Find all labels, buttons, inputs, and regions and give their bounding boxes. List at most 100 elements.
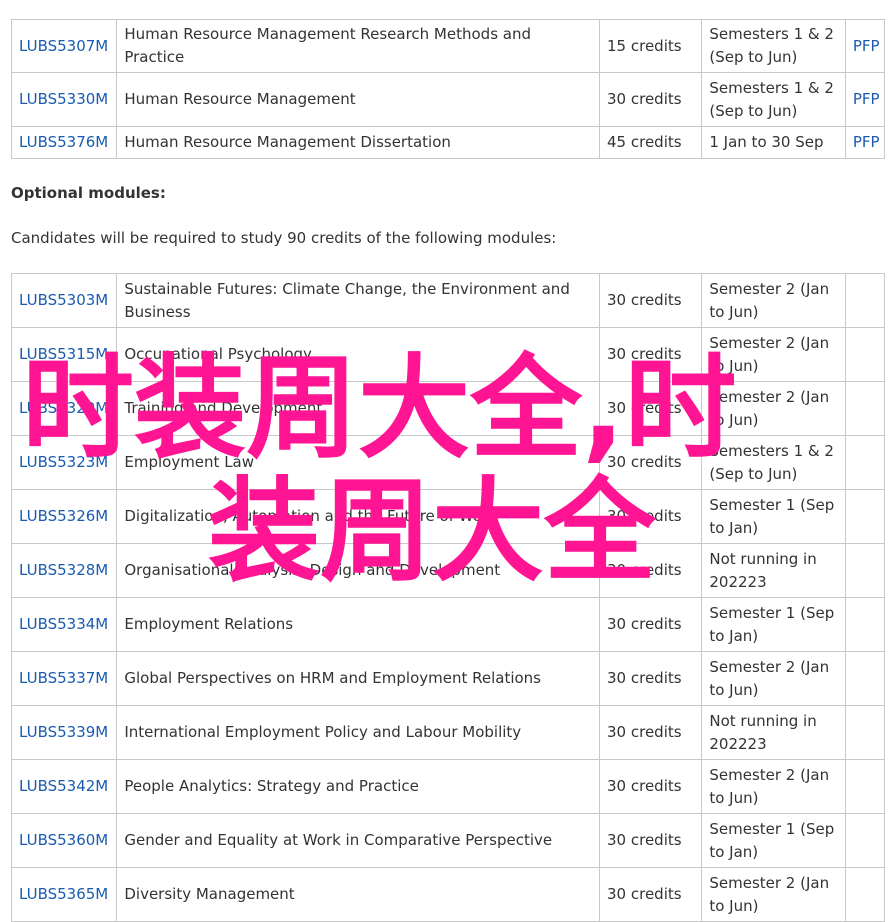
module-code-cell: LUBS5320M	[10, 381, 118, 436]
module-semester: Semester 1 (Sep to Jan)	[701, 813, 846, 868]
module-credits: 30 credits	[599, 597, 703, 652]
module-code-link[interactable]: LUBS5376M	[19, 133, 108, 151]
module-code-link[interactable]: LUBS5339M	[19, 723, 108, 741]
module-code-link[interactable]: LUBS5320M	[19, 399, 108, 417]
module-code-link[interactable]: LUBS5326M	[19, 507, 108, 525]
table-row: LUBS5315M Occupational Psychology 30 cre…	[10, 327, 886, 382]
empty-cell	[844, 381, 886, 436]
empty-cell	[844, 813, 886, 868]
table-row: LUBS5323M Employment Law 30 credits Seme…	[10, 435, 886, 490]
table-row: LUBS5307M Human Resource Management Rese…	[10, 19, 886, 73]
empty-cell	[844, 597, 886, 652]
table-row: LUBS5334M Employment Relations 30 credit…	[10, 597, 886, 652]
module-title: Human Resource Management Dissertation	[116, 126, 601, 159]
module-code-link[interactable]: LUBS5365M	[19, 885, 108, 903]
module-code-cell: LUBS5303M	[10, 273, 118, 328]
module-semester: Semesters 1 & 2 (Sep to Jun)	[701, 19, 846, 73]
table-row: LUBS5339M International Employment Polic…	[10, 705, 886, 760]
empty-cell	[844, 867, 886, 922]
core-modules-table: LUBS5307M Human Resource Management Rese…	[10, 19, 886, 159]
module-title: People Analytics: Strategy and Practice	[116, 759, 601, 814]
module-title: Gender and Equality at Work in Comparati…	[116, 813, 601, 868]
table-row: LUBS5337M Global Perspectives on HRM and…	[10, 651, 886, 706]
empty-cell	[844, 273, 886, 328]
module-title: Organisational Analysis, Design and Deve…	[116, 543, 601, 598]
module-code-link[interactable]: LUBS5307M	[19, 37, 108, 55]
empty-cell	[844, 705, 886, 760]
pfp-link[interactable]: PFP	[853, 37, 880, 55]
module-credits: 45 credits	[599, 126, 703, 159]
module-semester: Not running in 202223	[701, 705, 846, 760]
module-code-cell: LUBS5342M	[10, 759, 118, 814]
table-row: LUBS5303M Sustainable Futures: Climate C…	[10, 273, 886, 328]
module-code-cell: LUBS5337M	[10, 651, 118, 706]
module-code-link[interactable]: LUBS5303M	[19, 291, 108, 309]
empty-cell	[844, 651, 886, 706]
module-code-cell: LUBS5328M	[10, 543, 118, 598]
pfp-link[interactable]: PFP	[853, 90, 880, 108]
module-code-link[interactable]: LUBS5315M	[19, 345, 108, 363]
module-semester: Semester 2 (Jan to Jun)	[701, 273, 846, 328]
module-title: Training and Development	[116, 381, 601, 436]
pfp-cell: PFP	[844, 19, 886, 73]
table-row: LUBS5328M Organisational Analysis, Desig…	[10, 543, 886, 598]
module-credits: 30 credits	[599, 813, 703, 868]
module-code-cell: LUBS5323M	[10, 435, 118, 490]
module-code-link[interactable]: LUBS5342M	[19, 777, 108, 795]
module-semester: Semester 2 (Jan to Jun)	[701, 867, 846, 922]
module-credits: 30 credits	[599, 705, 703, 760]
module-semester: Not running in 202223	[701, 543, 846, 598]
module-credits: 30 credits	[599, 72, 703, 127]
module-semester: Semester 1 (Sep to Jan)	[701, 597, 846, 652]
optional-modules-heading: Optional modules:	[11, 184, 166, 202]
empty-cell	[844, 327, 886, 382]
module-semester: Semester 1 (Sep to Jan)	[701, 489, 846, 544]
table-row: LUBS5342M People Analytics: Strategy and…	[10, 759, 886, 814]
empty-cell	[844, 543, 886, 598]
table-row: LUBS5376M Human Resource Management Diss…	[10, 126, 886, 159]
module-code-cell: LUBS5307M	[10, 19, 118, 73]
module-title: Human Resource Management	[116, 72, 601, 127]
module-semester: Semesters 1 & 2 (Sep to Jun)	[701, 435, 846, 490]
module-credits: 30 credits	[599, 435, 703, 490]
module-code-link[interactable]: LUBS5328M	[19, 561, 108, 579]
module-code-cell: LUBS5315M	[10, 327, 118, 382]
module-credits: 30 credits	[599, 867, 703, 922]
module-semester: Semester 2 (Jan to Jun)	[701, 381, 846, 436]
table-row: LUBS5320M Training and Development 30 cr…	[10, 381, 886, 436]
module-code-link[interactable]: LUBS5337M	[19, 669, 108, 687]
module-code-cell: LUBS5365M	[10, 867, 118, 922]
module-title: International Employment Policy and Labo…	[116, 705, 601, 760]
module-code-link[interactable]: LUBS5323M	[19, 453, 108, 471]
module-title: Occupational Psychology	[116, 327, 601, 382]
empty-cell	[844, 489, 886, 544]
module-title: Diversity Management	[116, 867, 601, 922]
table-row: LUBS5365M Diversity Management 30 credit…	[10, 867, 886, 922]
module-code-link[interactable]: LUBS5360M	[19, 831, 108, 849]
module-semester: Semester 2 (Jan to Jun)	[701, 327, 846, 382]
module-code-link[interactable]: LUBS5334M	[19, 615, 108, 633]
module-credits: 30 credits	[599, 327, 703, 382]
module-semester: Semester 2 (Jan to Jun)	[701, 759, 846, 814]
pfp-link[interactable]: PFP	[853, 133, 880, 151]
module-credits: 30 credits	[599, 543, 703, 598]
module-code-cell: LUBS5334M	[10, 597, 118, 652]
module-credits: 30 credits	[599, 381, 703, 436]
module-code-cell: LUBS5339M	[10, 705, 118, 760]
module-code-cell: LUBS5360M	[10, 813, 118, 868]
table-row: LUBS5326M Digitalization, Automation and…	[10, 489, 886, 544]
module-credits: 30 credits	[599, 489, 703, 544]
optional-modules-table: LUBS5303M Sustainable Futures: Climate C…	[10, 273, 886, 922]
module-code-link[interactable]: LUBS5330M	[19, 90, 108, 108]
module-semester: 1 Jan to 30 Sep	[701, 126, 846, 159]
module-credits: 30 credits	[599, 273, 703, 328]
module-title: Sustainable Futures: Climate Change, the…	[116, 273, 601, 328]
pfp-cell: PFP	[844, 126, 886, 159]
empty-cell	[844, 435, 886, 490]
module-title: Employment Law	[116, 435, 601, 490]
module-credits: 30 credits	[599, 651, 703, 706]
module-semester: Semesters 1 & 2 (Sep to Jun)	[701, 72, 846, 127]
pfp-cell: PFP	[844, 72, 886, 127]
module-title: Employment Relations	[116, 597, 601, 652]
module-semester: Semester 2 (Jan to Jun)	[701, 651, 846, 706]
